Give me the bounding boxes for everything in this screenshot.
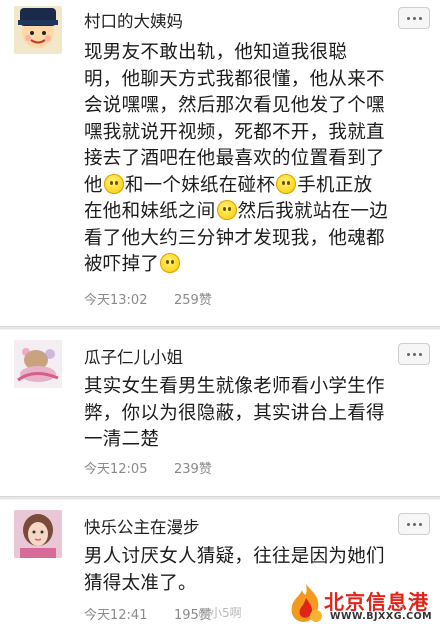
timestamp: 今天12:05 [84,462,148,477]
comment-item: 村口的大姨妈 现男友不敢出轨，他知道我很聪 明，他聊天方式我都很懂，他从来不 会… [0,0,440,326]
comment-line: 看了他大约三分钟才发现我，他魂都 [84,227,385,249]
flame-logo-icon [291,584,322,622]
timestamp: 今天12:41 [84,608,148,623]
comment-text: 现男友不敢出轨，他知道我很聪 明，他聊天方式我都很懂，他从来不 会说嘿嘿，然后那… [84,40,430,279]
avatar-photo-icon [14,510,62,558]
more-dots-icon [406,352,410,356]
comment-line: 弊，你以为很隐蔽，其实讲台上看得 [84,402,385,424]
comment-line: 他和一个妹纸在碰杯 手机正放 [84,173,373,196]
comment-meta: 今天13:02 259赞 [84,289,212,308]
comment-line: 嘿我就说开视频，死都不开，我就直 [84,121,385,143]
comment-line: 男人讨厌女人猜疑，往往是因为她们 [84,546,385,567]
like-count[interactable]: 239赞 [174,458,212,477]
comment-line: 明，他聊天方式我都很懂，他从来不 [84,68,385,90]
username[interactable]: 村口的大姨妈 [84,8,183,32]
comment-line: 现男友不敢出轨，他知道我很聪 [84,42,348,63]
watermark-credit: @小5啊 [198,606,242,620]
avatar[interactable] [14,340,62,388]
comment-text: 其实女生看男生就像老师看小学生作 弊，你以为很隐蔽，其实讲台上看得 一清二楚 [84,374,430,454]
comment-line: 被吓掉了 [84,252,430,279]
smile-emoji-icon [103,173,124,194]
comment-line: 其实女生看男生就像老师看小学生作 [84,376,385,397]
username[interactable]: 快乐公主在漫步 [84,514,200,538]
comment-line: 会说嘿嘿，然后那次看见他发了个嘿 [84,95,385,116]
avatar[interactable] [14,510,62,558]
avatar-photo-icon [14,340,62,388]
comment-item: 瓜子仁儿小姐 其实女生看男生就像老师看小学生作 弊，你以为很隐蔽，其实讲台上看得… [0,330,440,496]
comment-meta: 今天12:05 239赞 [84,458,212,477]
site-url: WWW.BJXXG.COM [330,611,433,622]
avatar[interactable] [14,6,62,54]
like-count[interactable]: 259赞 [174,289,212,308]
timestamp: 今天13:02 [84,293,148,308]
site-logo: 北京信息港 WWW.BJXXG.COM [286,582,438,628]
avatar-cartoon-icon [14,6,62,54]
smile-emoji-icon [216,200,237,220]
smile-emoji-icon [160,253,181,273]
username[interactable]: 瓜子仁儿小姐 [84,344,183,368]
comment-line: 一清二楚 [84,429,160,450]
more-dots-icon [406,16,410,20]
comment-line: 接去了酒吧在他最喜欢的位置看到了 [84,148,385,169]
more-dots-icon [406,522,410,526]
smile-emoji-icon [276,173,297,194]
more-options-button[interactable] [398,7,430,29]
comment-meta: 今天12:41 195赞 [84,604,212,623]
more-options-button[interactable] [398,343,430,365]
more-options-button[interactable] [398,513,430,535]
comment-line: 在他和妹纸之间 然后我就站在一边 [84,200,389,222]
